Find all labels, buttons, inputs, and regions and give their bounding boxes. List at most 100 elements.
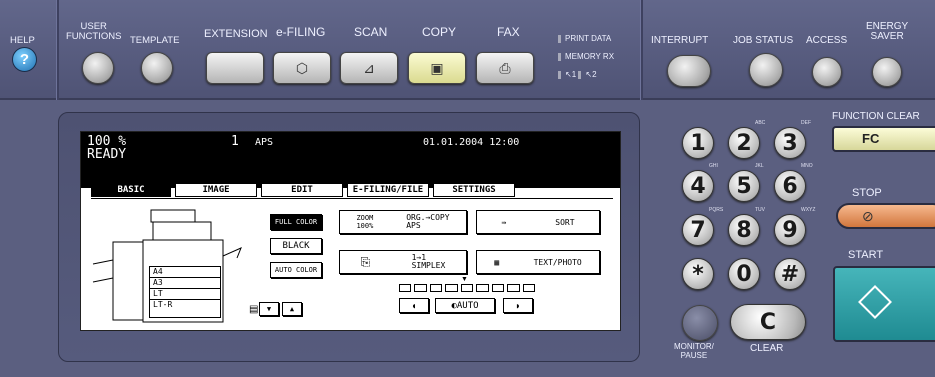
divider <box>56 0 59 100</box>
key-2[interactable]: 2 <box>728 127 760 159</box>
tab-settings[interactable]: SETTINGS <box>433 183 515 197</box>
black-button[interactable]: BLACK <box>270 238 322 254</box>
interrupt-button[interactable] <box>667 55 711 87</box>
text-photo-icon: ▦ <box>494 257 500 267</box>
template-button[interactable] <box>141 52 173 84</box>
scan-icon: ⊿ <box>363 59 375 76</box>
energy-saver-button[interactable] <box>872 57 902 87</box>
key-7[interactable]: 7 <box>682 214 714 246</box>
status-bar: 100 % 1 APS 01.01.2004 12:00 READY <box>81 132 620 188</box>
efiling-label: e-FILING <box>276 25 326 39</box>
text-photo-button[interactable]: ▦ TEXT/PHOTO <box>476 250 600 274</box>
led-icon <box>558 34 561 43</box>
memory-rx-label: MEMORY RX <box>565 52 615 61</box>
efiling-icon: ⬡ <box>295 59 309 76</box>
tray-lt-r[interactable]: LT-R <box>150 300 220 310</box>
tray-lt[interactable]: LT <box>150 289 220 300</box>
line1-label: 1 <box>571 70 577 79</box>
density-darker-button[interactable]: ◗ <box>503 298 533 313</box>
function-clear-label: FUNCTION CLEAR <box>832 111 920 122</box>
key-3-letters: DEF <box>801 120 811 126</box>
access-button[interactable] <box>812 57 842 87</box>
help-button[interactable]: ? <box>12 47 37 72</box>
key-6-letters: MNO <box>801 163 813 169</box>
datetime: 01.01.2004 12:00 <box>423 137 520 148</box>
extension-button[interactable] <box>206 52 264 84</box>
zoom-orig-button[interactable]: ZOOM 100% ORG.→COPY APS <box>339 210 467 234</box>
fc-text: FC <box>862 131 880 146</box>
sort-button[interactable]: ⇛ SORT <box>476 210 600 234</box>
sort-icon: ⇛ <box>501 217 507 227</box>
scroll-up-button[interactable]: ▲ <box>282 302 302 316</box>
simplex-button[interactable]: ⎘ 1→1 SIMPLEX <box>339 250 467 274</box>
top-control-bar <box>0 0 935 100</box>
key-5-letters: JKL <box>755 163 764 169</box>
key-3[interactable]: 3 <box>774 127 806 159</box>
led-icon <box>558 70 561 79</box>
scan-button[interactable]: ⊿ <box>340 52 398 84</box>
key-7-letters: PQRS <box>709 207 724 213</box>
stop-label: STOP <box>852 187 882 199</box>
job-status-label: JOB STATUS <box>733 35 794 46</box>
efiling-button[interactable]: ⬡ <box>273 52 331 84</box>
touch-screen: 100 % 1 APS 01.01.2004 12:00 READY BASIC… <box>80 131 621 331</box>
tray-a4[interactable]: A4 <box>150 267 220 278</box>
key-1[interactable]: 1 <box>682 127 714 159</box>
key-hash[interactable]: # <box>774 258 806 290</box>
print-data-label: PRINT DATA <box>565 34 612 43</box>
simplex-label: 1→1 SIMPLEX <box>411 253 446 270</box>
key-5[interactable]: 5 <box>728 170 760 202</box>
text-photo-label: TEXT/PHOTO <box>533 257 582 267</box>
auto-label: AUTO <box>456 300 479 311</box>
zoom-label: ZOOM 100% <box>356 214 374 230</box>
key-4-letters: GHI <box>709 163 718 169</box>
job-status-button[interactable] <box>749 53 783 87</box>
function-clear-button[interactable]: FC <box>832 126 935 152</box>
copy-count: 1 <box>231 134 239 149</box>
monitor-pause-label: MONITOR/ PAUSE <box>674 342 714 360</box>
template-label: TEMPLATE <box>130 35 180 46</box>
tab-image[interactable]: IMAGE <box>175 183 257 197</box>
led-icon <box>578 70 582 79</box>
density-auto-button[interactable]: ◐ AUTO <box>435 298 495 313</box>
line2-label: 2 <box>592 70 597 79</box>
access-label: ACCESS <box>806 35 848 46</box>
tab-basic[interactable]: BASIC <box>91 183 171 197</box>
start-button[interactable] <box>833 266 935 342</box>
key-4[interactable]: 4 <box>682 170 714 202</box>
start-icon <box>858 285 892 319</box>
extension-label: EXTENSION <box>204 28 268 40</box>
key-9[interactable]: 9 <box>774 214 806 246</box>
density-lighter-button[interactable]: ◖ <box>399 298 429 313</box>
user-functions-label: USER FUNCTIONS <box>66 21 122 42</box>
led-icon <box>558 52 561 61</box>
fax-icon: ⎙ <box>499 59 511 76</box>
key-9-letters: WXYZ <box>801 207 816 213</box>
tab-edit[interactable]: EDIT <box>261 183 343 197</box>
energy-saver-label: ENERGY SAVER <box>866 21 909 42</box>
monitor-pause-button[interactable] <box>682 305 718 341</box>
bypass-icon: ▤ <box>249 304 259 315</box>
density-scale <box>399 284 535 292</box>
copy-label: COPY <box>422 25 457 39</box>
key-8[interactable]: 8 <box>728 214 760 246</box>
copy-button[interactable]: ▣ <box>408 52 466 84</box>
phone-icon: ↖ <box>565 70 572 79</box>
tray-a3[interactable]: A3 <box>150 278 220 289</box>
line-indicator: ↖1 ↖2 <box>558 70 597 80</box>
key-6[interactable]: 6 <box>774 170 806 202</box>
clear-button[interactable]: C <box>730 304 806 340</box>
orig-copy-label: ORG.→COPY APS <box>406 213 450 230</box>
clear-label: CLEAR <box>750 343 784 354</box>
stop-button[interactable]: ⊘ <box>836 203 935 229</box>
key-star[interactable]: * <box>682 258 714 290</box>
fax-button[interactable]: ⎙ <box>476 52 534 84</box>
scroll-down-button[interactable]: ▼ <box>259 302 279 316</box>
tab-efiling-file[interactable]: E-FILING/FILE <box>347 183 429 197</box>
auto-color-button[interactable]: AUTO COLOR <box>270 262 322 278</box>
density-marker-icon: ▼ <box>461 276 468 283</box>
key-0[interactable]: 0 <box>728 258 760 290</box>
user-functions-button[interactable] <box>82 52 114 84</box>
full-color-button[interactable]: FULL COLOR <box>270 214 322 230</box>
copy-icon: ▣ <box>430 59 444 76</box>
